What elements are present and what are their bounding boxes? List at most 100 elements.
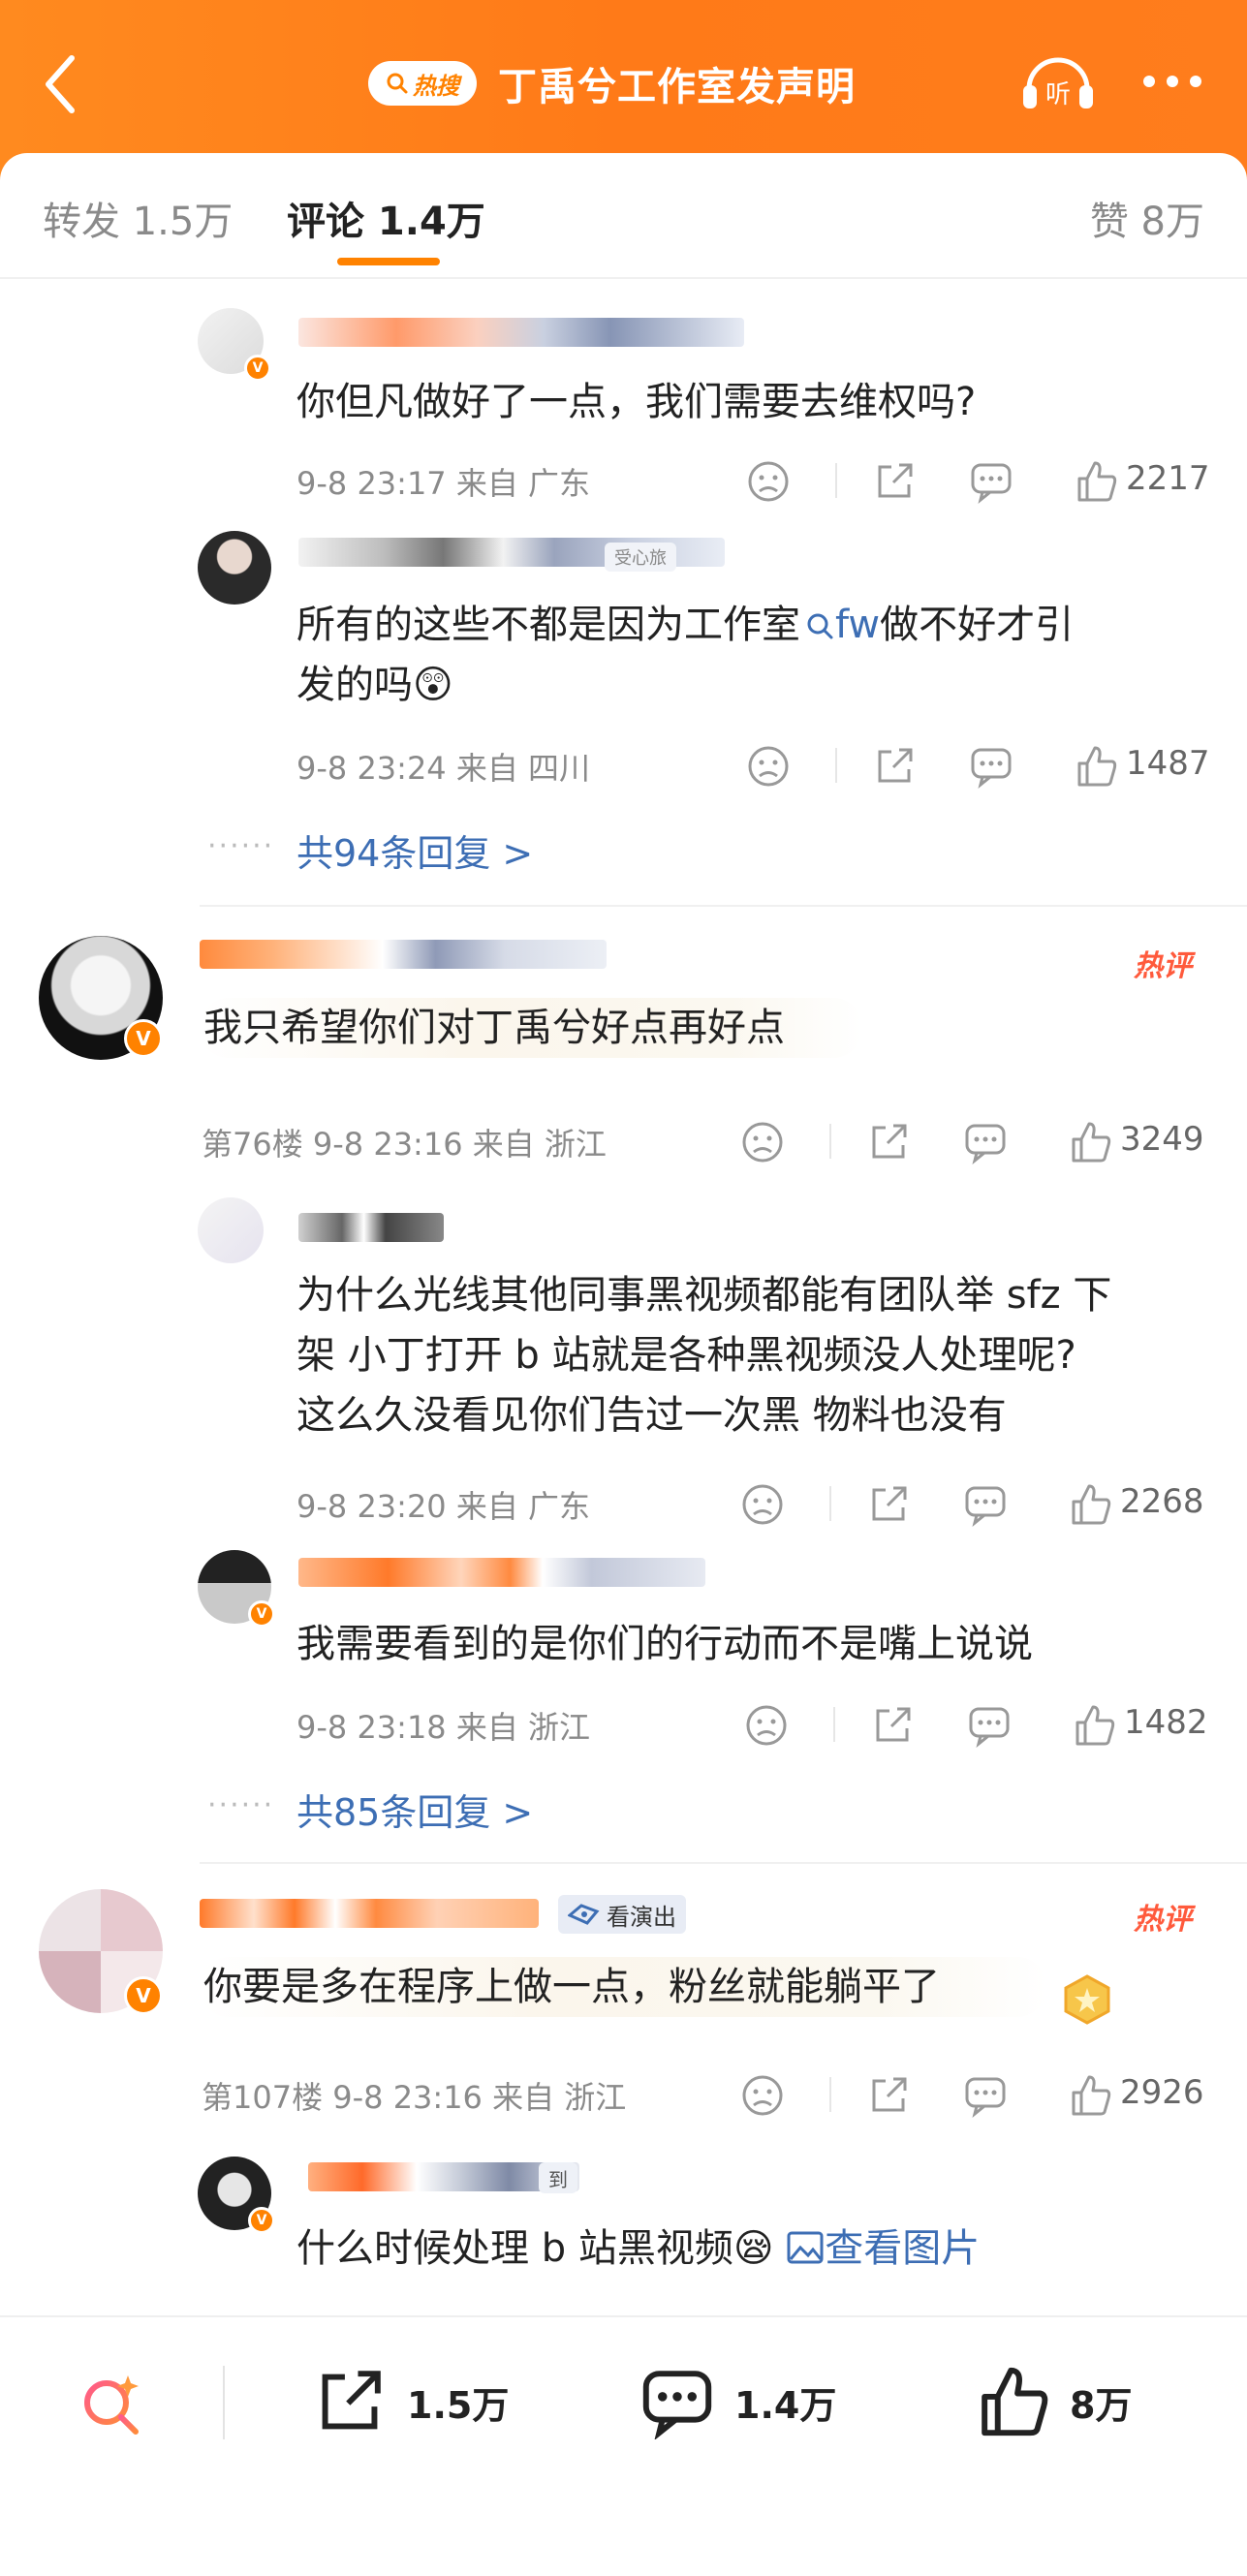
comment-meta: 第107楼 9-8 23:16 来自 浙江 [202,2079,627,2116]
repost-button[interactable]: 1.5万 [312,2364,509,2439]
dislike-icon[interactable] [740,1482,785,1527]
comment-meta: 第76楼 9-8 23:16 来自 浙江 [202,1126,607,1163]
comment-text: 什么时候处理 b 站黑视频😪 查看图片 [296,2219,980,2279]
verified-badge-icon: V [248,1600,275,1628]
comment-text-line: 这么久没看见你们告过一次黑 物料也没有 [296,1393,1007,1438]
search-icon [807,613,833,639]
dislike-icon[interactable] [744,1703,789,1748]
username[interactable] [298,1558,705,1587]
avatar[interactable] [198,1197,264,1263]
share-icon[interactable] [872,459,917,504]
view-image-link[interactable]: 查看图片 [786,2226,980,2271]
reply-icon[interactable] [963,1482,1008,1527]
listen-button[interactable]: 听 [1019,48,1097,116]
topic-link-label[interactable]: fw [835,603,880,647]
like-count: 2926 [1120,2073,1204,2112]
reply-icon[interactable] [963,1120,1008,1164]
dislike-icon[interactable] [746,744,791,789]
reply-icon[interactable] [967,1703,1012,1748]
share-icon [322,2371,381,2430]
username[interactable] [298,318,744,347]
comment-text: 你要是多在程序上做一点，粉丝就能躺平了 [200,1957,1046,2017]
tab-likes[interactable]: 赞 8万 [1090,190,1204,246]
dislike-icon[interactable] [740,2073,785,2118]
comment-button[interactable]: 1.4万 [639,2364,836,2439]
comment-actions: 2926 [740,2067,1234,2126]
like-icon[interactable] [1068,1482,1112,1527]
bottom-action-bar: 1.5万 1.4万 8万 [0,2315,1247,2576]
like-count: 2268 [1120,1482,1204,1521]
username[interactable] [200,1899,539,1928]
view-image-label[interactable]: 查看图片 [825,2226,980,2271]
more-replies-link[interactable]: 共94条回复 > [296,823,533,877]
tab-bar: 转发 1.5万 评论 1.4万 赞 8万 [0,153,1247,279]
comment-meta: 9-8 23:18 来自 浙江 [296,1709,591,1746]
dislike-icon[interactable] [740,1120,785,1164]
comment-text-part: 什么时候处理 b 站黑视频 [296,2226,733,2271]
share-icon[interactable] [872,744,917,789]
comment-meta: 9-8 23:20 来自 广东 [296,1488,591,1525]
comment-meta: 9-8 23:17 来自 广东 [296,465,591,502]
page-title: 丁禹兮工作室发声明 [498,65,856,109]
username[interactable] [200,940,607,969]
like-icon[interactable] [1074,459,1118,504]
hot-search-label: 热搜 [413,72,459,100]
tab-comments[interactable]: 评论 1.4万 [287,190,485,246]
search-icon [387,73,408,94]
hot-comment-tag: 热评 [1134,1903,1192,1937]
divider [0,277,1247,279]
back-icon[interactable] [33,50,91,118]
sleepy-emoji-icon: 😪 [733,2226,774,2271]
verified-badge-icon: V [124,1976,163,2015]
like-total: 8万 [1070,2383,1133,2427]
verified-badge-icon: V [124,1019,163,1058]
tab-reposts[interactable]: 转发 1.5万 [43,190,233,246]
show-ticket-label: 看演出 [607,1903,676,1931]
like-button[interactable]: 8万 [975,2364,1132,2439]
like-icon[interactable] [1068,2073,1112,2118]
like-count: 1487 [1126,744,1210,783]
ticket-icon [568,1904,600,1925]
show-ticket-tag[interactable]: 看演出 [558,1895,686,1934]
ai-search-icon[interactable] [78,2372,145,2439]
like-icon[interactable] [1074,744,1118,789]
hot-comment-tag: 热评 [1134,949,1192,983]
share-icon[interactable] [870,1703,915,1748]
like-icon [982,2367,1048,2436]
username[interactable] [298,1213,444,1242]
reply-icon[interactable] [969,459,1013,504]
comment-text: 我只希望你们对丁禹兮好点再好点 [200,998,862,1058]
shocked-emoji-icon: 😲 [413,663,453,707]
more-icon[interactable] [1143,76,1201,87]
reply-icon[interactable] [969,744,1013,789]
like-icon[interactable] [1072,1703,1116,1748]
reply-icon[interactable] [963,2073,1008,2118]
comment-icon [642,2371,712,2439]
divider [200,1862,1247,1864]
like-icon[interactable] [1068,1120,1112,1164]
share-icon[interactable] [866,1482,911,1527]
like-count: 1482 [1124,1703,1208,1742]
dislike-icon[interactable] [746,459,791,504]
topic-link[interactable]: fw [800,603,880,647]
image-icon [787,2231,824,2264]
comment-text-line: 架 小丁打开 b 站就是各种黑视频没人处理呢? [296,1333,1076,1378]
comment-actions: 1487 [746,738,1231,796]
divider: ······ [207,829,275,863]
comment-meta: 9-8 23:24 来自 四川 [296,750,591,787]
comment-text-part: 做不好才引 [880,603,1075,647]
listen-label: 听 [1045,80,1071,109]
comment-actions: 2217 [746,453,1231,512]
comment-actions: 2268 [740,1476,1234,1535]
comment-actions: 3249 [740,1114,1234,1172]
share-icon[interactable] [866,1120,911,1164]
gold-medal-icon [1064,1974,1110,2025]
hot-search-badge[interactable]: 热搜 [368,61,477,106]
more-replies-link[interactable]: 共85条回复 > [296,1783,533,1836]
comment-text: 我需要看到的是你们的行动而不是嘴上说说 [296,1622,1033,1666]
verified-badge-icon: V [244,355,271,382]
avatar[interactable] [198,531,271,605]
comment-text: 为什么光线其他同事黑视频都能有团队举 sfz 下 架 小丁打开 b 站就是各种黑… [296,1265,1227,1445]
share-icon[interactable] [866,2073,911,2118]
comment-text: 所有的这些不都是因为工作室 fw做不好才引 发的吗😲 [296,595,1207,715]
